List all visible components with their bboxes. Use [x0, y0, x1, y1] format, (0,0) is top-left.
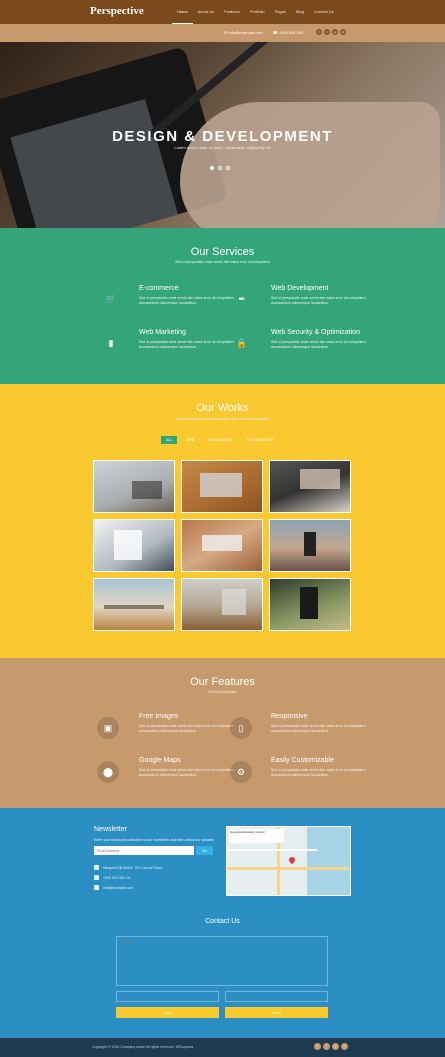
copyright-text: Copyright © 2016 Company name All rights…	[92, 1045, 194, 1049]
newsletter-description: Enter your email and subscribe to our ne…	[94, 838, 214, 842]
works-section: Our Works Sed ut perspiciatis unde omnis…	[0, 384, 445, 658]
features-section: Our Features Sed ut perspiciatis ▣ Free …	[0, 658, 445, 808]
portfolio-item-laptop-desk[interactable]	[93, 460, 175, 513]
newsletter-submit-button[interactable]: Go	[196, 846, 213, 855]
header-phone: ☎ +000 000 000	[272, 30, 304, 35]
google-plus-icon[interactable]: g	[332, 1043, 339, 1050]
email-line: info@example.com	[94, 885, 133, 890]
send-button-left[interactable]: Send	[116, 1007, 219, 1018]
portfolio-item-writing[interactable]	[269, 460, 351, 513]
nav-features[interactable]: Features	[219, 0, 245, 24]
twitter-icon[interactable]: t	[324, 29, 330, 35]
portfolio-item-workspace[interactable]	[93, 578, 175, 631]
location-icon	[94, 865, 99, 870]
slider-dot[interactable]	[226, 166, 230, 170]
hero-banner: DESIGN & DEVELOPMENT Lorem ipsum dolor s…	[0, 42, 445, 228]
footer-bar: Copyright © 2016 Company name All rights…	[0, 1038, 445, 1057]
main-nav: Home About Us Features Portfolio Pages B…	[172, 0, 339, 24]
chart-icon: ▮	[108, 337, 114, 348]
feature-customizable: Easily Customizable Sed ut perspiciatis …	[271, 757, 366, 777]
google-map[interactable]: Georgia Education Center	[226, 826, 351, 896]
info-bar: ✉ info@example.com ☎ +000 000 000 f t g …	[0, 24, 445, 42]
email-input[interactable]	[225, 991, 328, 1002]
header-social: f t g in	[316, 29, 346, 35]
map-info-card: Georgia Education Center	[229, 829, 284, 843]
features-title: Our Features	[190, 676, 255, 688]
services-subtitle: Sed ut perspiciatis unde omnis iste natu…	[175, 260, 270, 264]
works-title: Our Works	[196, 402, 249, 414]
nav-contact[interactable]: Contact Us	[309, 0, 339, 24]
cart-icon: 🛒	[105, 293, 117, 304]
image-icon: ▣	[97, 717, 119, 739]
slider-dots	[210, 166, 230, 170]
portfolio-item-laptop-wood[interactable]	[181, 460, 263, 513]
mail-icon	[94, 885, 99, 890]
portfolio-item-workshop[interactable]	[93, 519, 175, 572]
contact-title: Contact Us	[205, 918, 240, 925]
address-line: Newport Gill Street, TB-4 Jornal Plaza	[94, 865, 162, 870]
features-subtitle: Sed ut perspiciatis	[208, 690, 237, 694]
lock-icon: 🔒	[236, 337, 248, 348]
service-web-development: Web Development Sed ut perspiciatis unde…	[271, 285, 366, 305]
hero-subtitle: Lorem ipsum dolor sit amet, consectetur …	[174, 145, 271, 150]
mobile-icon: ▯	[230, 717, 252, 739]
newsletter-contact-section: Newsletter Enter your email and subscrib…	[0, 808, 445, 1038]
google-plus-icon[interactable]: g	[332, 29, 338, 35]
slider-dot[interactable]	[218, 166, 222, 170]
nav-about[interactable]: About Us	[193, 0, 219, 24]
portfolio-item-phone-sea[interactable]	[269, 519, 351, 572]
hero-title: DESIGN & DEVELOPMENT	[112, 128, 333, 145]
works-subtitle: Sed ut perspiciatis unde omnis iste natu…	[175, 417, 270, 421]
facebook-icon[interactable]: f	[314, 1043, 321, 1050]
portfolio-grid	[93, 460, 351, 631]
filter-all[interactable]: ALL	[161, 436, 178, 444]
feature-responsive: Responsive Sed ut perspiciatis unde omni…	[271, 713, 366, 733]
nav-portfolio[interactable]: Portfolio	[245, 0, 270, 24]
portfolio-filters: ALL WEB LOGO DESIGN PHOTOGRAPHY	[161, 436, 279, 444]
newsletter-email-input[interactable]	[94, 846, 194, 855]
header-email[interactable]: ✉ info@example.com	[224, 30, 263, 35]
services-title: Our Services	[190, 246, 255, 258]
portfolio-item-keyboard[interactable]	[181, 519, 263, 572]
linkedin-icon[interactable]: in	[340, 29, 346, 35]
phone-icon	[94, 875, 99, 880]
filter-photography[interactable]: PHOTOGRAPHY	[242, 436, 279, 444]
linkedin-icon[interactable]: in	[341, 1043, 348, 1050]
map-pin-icon	[287, 855, 297, 865]
portfolio-item-phone-hand[interactable]	[269, 578, 351, 631]
nav-blog[interactable]: Blog	[291, 0, 309, 24]
map-pin-icon: ⬤	[97, 761, 119, 783]
phone-line: +000 000 000 111	[94, 875, 131, 880]
header-contact-info: ✉ info@example.com ☎ +000 000 000	[224, 30, 303, 35]
slider-dot[interactable]	[210, 166, 214, 170]
services-section: Our Services Sed ut perspiciatis unde om…	[0, 228, 445, 384]
twitter-icon[interactable]: t	[323, 1043, 330, 1050]
top-navbar: Perspective Home About Us Features Portf…	[0, 0, 445, 24]
name-input[interactable]	[116, 991, 219, 1002]
facebook-icon[interactable]: f	[316, 29, 322, 35]
send-button-right[interactable]: Send	[225, 1007, 328, 1018]
newsletter-title: Newsletter	[94, 826, 128, 833]
site-logo[interactable]: Perspective	[90, 5, 144, 17]
portfolio-item-shelf[interactable]	[181, 578, 263, 631]
message-textarea[interactable]	[116, 936, 328, 986]
gear-icon: ⚙	[230, 761, 252, 783]
nav-pages[interactable]: Pages	[270, 0, 291, 24]
filter-logo-design[interactable]: LOGO DESIGN	[203, 436, 238, 444]
footer-social: f t g in	[314, 1043, 348, 1050]
nav-home[interactable]: Home	[172, 0, 193, 24]
filter-web[interactable]: WEB	[181, 436, 199, 444]
service-web-security: Web Security & Optimization Sed ut persp…	[271, 329, 366, 349]
pen-icon: ✒	[238, 293, 246, 304]
